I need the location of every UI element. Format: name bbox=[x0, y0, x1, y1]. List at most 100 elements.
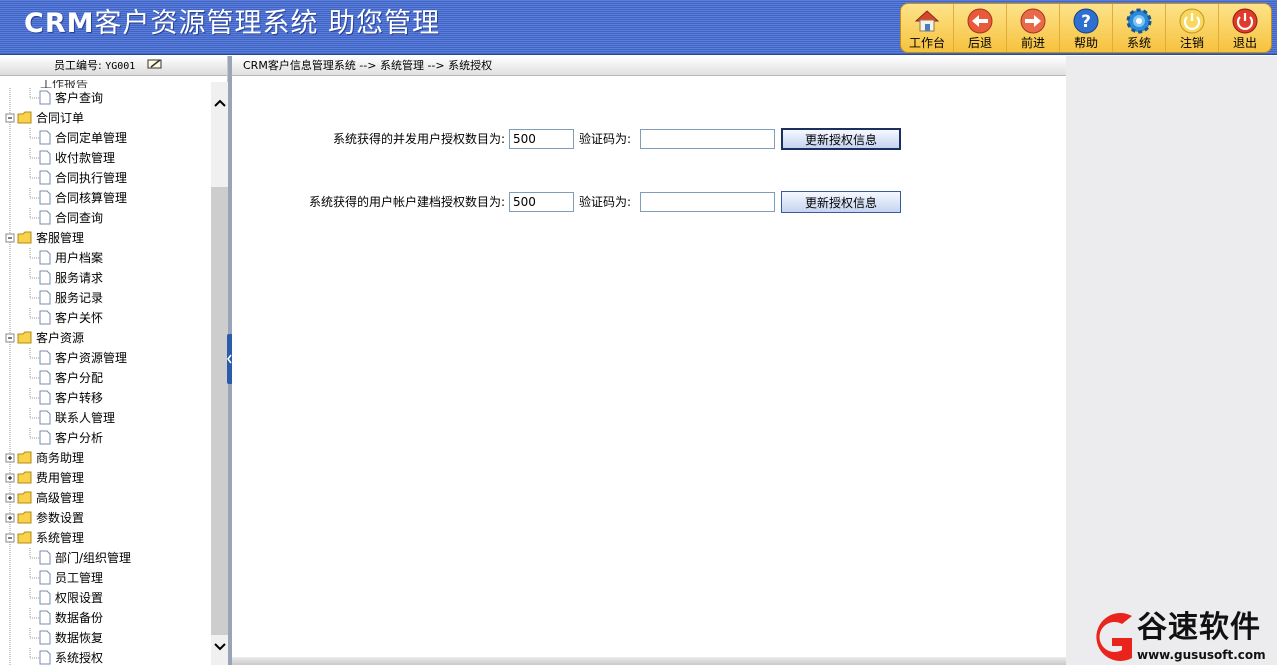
tree-folder-item[interactable]: 合同订单 bbox=[0, 108, 210, 128]
account-code-input[interactable] bbox=[640, 192, 775, 212]
breadcrumb: CRM客户信息管理系统 --> 系统管理 --> 系统授权 bbox=[232, 56, 1066, 76]
tree-leaf-item[interactable]: 客户分析 bbox=[0, 428, 210, 448]
concurrent-license-input[interactable] bbox=[509, 129, 574, 149]
tree-leaf-item[interactable]: 客户分配 bbox=[0, 368, 210, 388]
tree-leaf-item[interactable]: 合同执行管理 bbox=[0, 168, 210, 188]
update-concurrent-license-button[interactable]: 更新授权信息 bbox=[781, 128, 901, 150]
tree-folder-item[interactable]: 客户资源 bbox=[0, 328, 210, 348]
help-icon: ? bbox=[1073, 8, 1099, 34]
document-icon bbox=[9, 548, 51, 568]
tree-item-label: 用户档案 bbox=[55, 251, 104, 265]
tree-folder-item[interactable]: 高级管理 bbox=[0, 488, 210, 508]
tree-leaf-item[interactable]: 合同核算管理 bbox=[0, 188, 210, 208]
tree-item-label: 数据备份 bbox=[55, 611, 104, 625]
tree-leaf-item[interactable]: 部门/组织管理 bbox=[0, 548, 210, 568]
chevron-up-icon bbox=[213, 99, 226, 107]
tree-leaf-item[interactable]: 服务请求 bbox=[0, 268, 210, 288]
tree-item-label: 商务助理 bbox=[36, 451, 85, 465]
tree-folder-item[interactable]: 参数设置 bbox=[0, 508, 210, 528]
tree-leaf-item[interactable]: 系统授权 bbox=[0, 648, 210, 665]
edit-icon[interactable] bbox=[147, 58, 163, 70]
tree-leaf-item[interactable]: 收付款管理 bbox=[0, 148, 210, 168]
tree-item-label: 数据恢复 bbox=[55, 631, 104, 645]
tree-item-label: 客户资源管理 bbox=[55, 351, 128, 365]
user-id-label: 员工编号: bbox=[54, 59, 102, 72]
account-license-row: 系统获得的用户帐户建档授权数目为: 验证码为: 更新授权信息 bbox=[232, 191, 1066, 213]
tree-item-label: 高级管理 bbox=[36, 491, 85, 505]
gear-icon bbox=[1126, 8, 1152, 34]
nav-tree: 工作报告 客户查询合同订单合同定单管理收付款管理合同执行管理合同核算管理 合同查询… bbox=[0, 80, 210, 665]
user-id-value: YG001 bbox=[105, 61, 136, 72]
tree-leaf-item[interactable]: 联系人管理 bbox=[0, 408, 210, 428]
tree-item-label: 员工管理 bbox=[55, 571, 104, 585]
tree-leaf-item[interactable]: 合同查询 bbox=[0, 208, 210, 228]
app-header: CRM客户资源管理系统 助您管理 工作台 后退 前进 ? 帮助 系统 注销 退出 bbox=[0, 0, 1277, 55]
document-icon bbox=[9, 588, 51, 608]
brand-name: 谷速软件 bbox=[1137, 610, 1261, 645]
tree-folder-item[interactable]: 客服管理 bbox=[0, 228, 210, 248]
concurrent-code-input[interactable] bbox=[640, 129, 775, 149]
back-arrow-icon bbox=[967, 8, 993, 34]
document-icon bbox=[9, 648, 51, 665]
tree-item-label: 客户分配 bbox=[55, 371, 104, 385]
document-icon bbox=[9, 348, 51, 368]
logoff-icon bbox=[1179, 8, 1205, 34]
tree-leaf-item[interactable]: 数据恢复 bbox=[0, 628, 210, 648]
tree-item-label: 合同订单 bbox=[36, 111, 85, 125]
tree-item-label: 权限设置 bbox=[55, 591, 104, 605]
tree-item-label: 客户资源 bbox=[36, 331, 85, 345]
tree-folder-item[interactable]: 系统管理 bbox=[0, 528, 210, 548]
document-icon bbox=[9, 568, 51, 588]
tree-folder-item[interactable]: 商务助理 bbox=[0, 448, 210, 468]
tree-item-cut-off[interactable]: 工作报告 bbox=[40, 80, 120, 88]
toolbar-forward-button[interactable]: 前进 bbox=[1007, 4, 1060, 52]
tree-leaf-item[interactable]: 服务记录 bbox=[0, 288, 210, 308]
document-icon bbox=[9, 388, 51, 408]
tree-leaf-item[interactable]: 用户档案 bbox=[0, 248, 210, 268]
account-license-input[interactable] bbox=[509, 192, 574, 212]
concurrent-license-row: 系统获得的并发用户授权数目为: 验证码为: 更新授权信息 bbox=[232, 128, 1066, 150]
tree-item-label: 费用管理 bbox=[36, 471, 85, 485]
scroll-thumb[interactable] bbox=[211, 187, 228, 635]
main-content: CRM客户信息管理系统 --> 系统管理 --> 系统授权 系统获得的并发用户授… bbox=[232, 56, 1066, 665]
document-icon bbox=[9, 168, 51, 188]
tree-leaf-item[interactable]: 权限设置 bbox=[0, 588, 210, 608]
document-icon bbox=[9, 608, 51, 628]
scroll-down-button[interactable] bbox=[211, 638, 228, 655]
toolbar-logoff-button[interactable]: 注销 bbox=[1166, 4, 1219, 52]
house-icon bbox=[914, 10, 940, 32]
toolbar-workbench-button[interactable]: 工作台 bbox=[901, 4, 954, 52]
tree-leaf-item[interactable]: 客户资源管理 bbox=[0, 348, 210, 368]
right-blank-area bbox=[1066, 56, 1277, 665]
brand-url: www.gususoft.com bbox=[1137, 648, 1266, 662]
tree-leaf-item[interactable]: 员工管理 bbox=[0, 568, 210, 588]
document-icon bbox=[9, 428, 51, 448]
tree-item-label: 客户分析 bbox=[55, 431, 104, 445]
toolbar-system-button[interactable]: 系统 bbox=[1113, 4, 1166, 52]
tree-item-label: 合同查询 bbox=[55, 211, 104, 225]
document-icon bbox=[9, 188, 51, 208]
tree-item-label: 客户查询 bbox=[55, 91, 104, 105]
toolbar-back-button[interactable]: 后退 bbox=[954, 4, 1007, 52]
tree-item-label: 收付款管理 bbox=[55, 151, 116, 165]
toolbar: 工作台 后退 前进 ? 帮助 系统 注销 退出 bbox=[900, 3, 1272, 53]
tree-leaf-item[interactable]: 数据备份 bbox=[0, 608, 210, 628]
tree-leaf-item[interactable]: 客户关怀 bbox=[0, 308, 210, 328]
tree-item-label: 联系人管理 bbox=[55, 411, 116, 425]
tree-item-label: 服务请求 bbox=[55, 271, 104, 285]
account-license-label: 系统获得的用户帐户建档授权数目为: bbox=[308, 195, 505, 209]
tree-leaf-item[interactable]: 客户查询 bbox=[0, 88, 210, 108]
document-icon bbox=[9, 248, 51, 268]
tree-leaf-item[interactable]: 合同定单管理 bbox=[0, 128, 210, 148]
tree-leaf-item[interactable]: 客户转移 bbox=[0, 388, 210, 408]
update-account-license-button[interactable]: 更新授权信息 bbox=[781, 191, 901, 213]
scroll-up-button[interactable] bbox=[211, 94, 228, 111]
document-icon bbox=[9, 628, 51, 648]
tree-item-label: 合同核算管理 bbox=[55, 191, 128, 205]
document-icon bbox=[9, 148, 51, 168]
document-icon bbox=[9, 408, 51, 428]
toolbar-exit-button[interactable]: 退出 bbox=[1219, 4, 1271, 52]
left-nav-panel: 员工编号: YG001 工作报告 客户查询合同订单合同定单管理收付款管理合同执行… bbox=[0, 56, 228, 665]
toolbar-help-button[interactable]: ? 帮助 bbox=[1060, 4, 1113, 52]
tree-folder-item[interactable]: 费用管理 bbox=[0, 468, 210, 488]
